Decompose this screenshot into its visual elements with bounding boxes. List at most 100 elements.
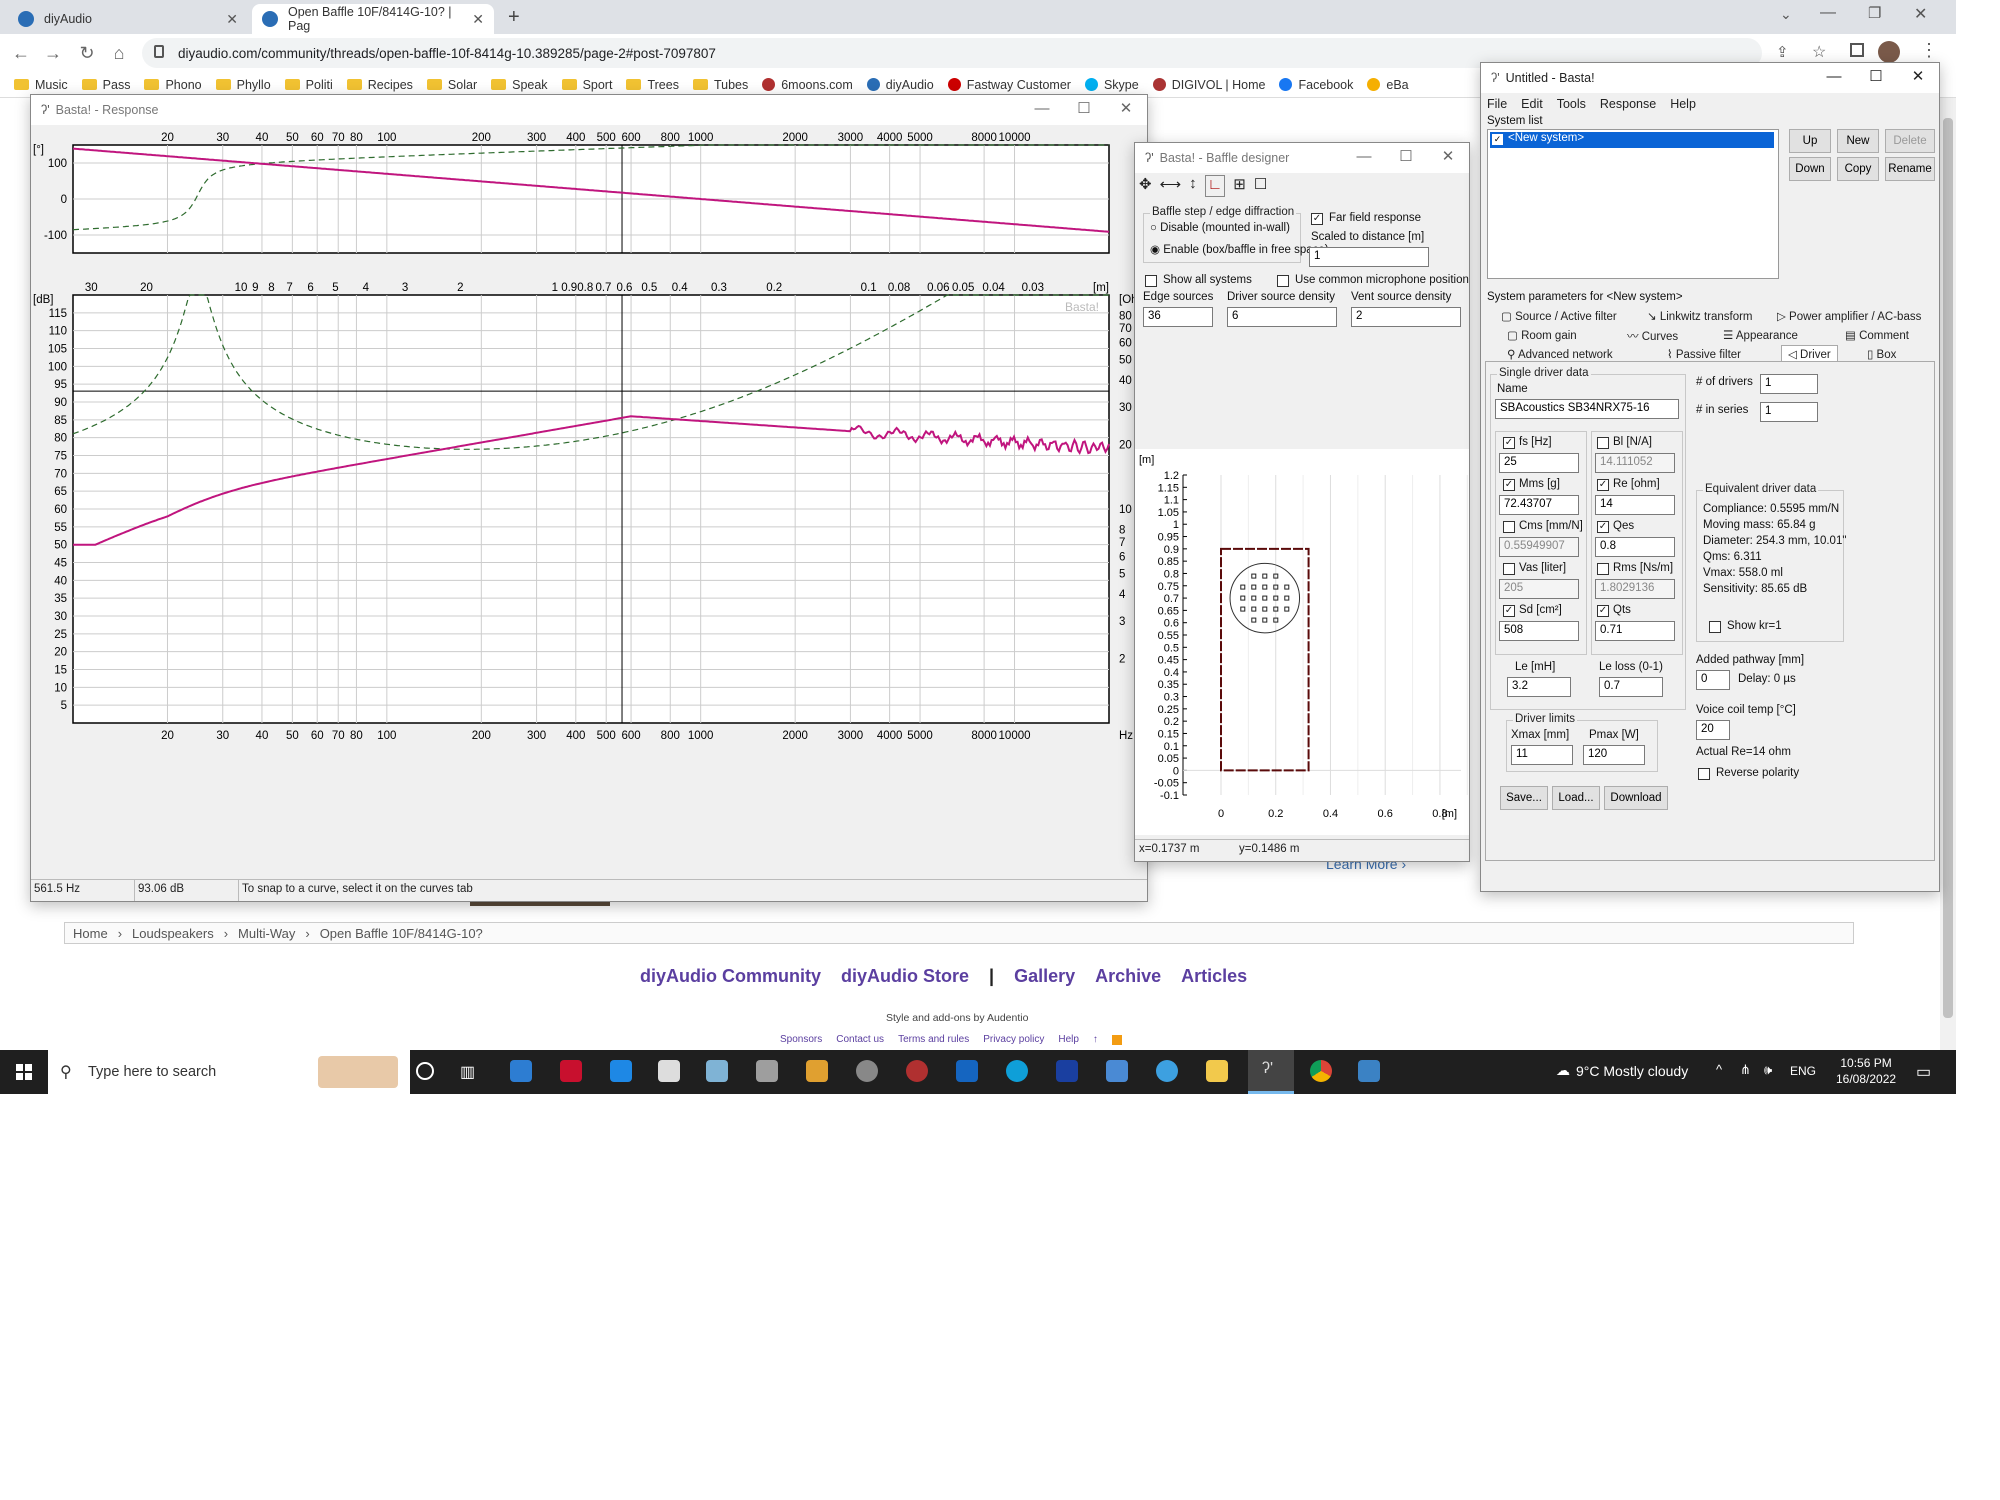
fs-input[interactable]: 25 (1499, 453, 1579, 473)
fs-checkbox[interactable]: ✓ (1503, 437, 1515, 449)
mms-checkbox[interactable]: ✓ (1503, 479, 1515, 491)
bookmark-item[interactable]: Skype (1084, 78, 1139, 92)
player-app-icon[interactable] (906, 1060, 928, 1082)
mms-input[interactable]: 72.43707 (1499, 495, 1579, 515)
re-checkbox[interactable]: ✓ (1597, 479, 1609, 491)
load-button[interactable]: Load... (1552, 786, 1600, 810)
bookmark-item[interactable]: Trees (626, 78, 679, 92)
back-icon[interactable]: ← (10, 42, 32, 64)
bookmark-star-icon[interactable]: ☆ (1812, 42, 1826, 62)
chrome-browser-icon[interactable] (1310, 1060, 1332, 1082)
breadcrumb-thread[interactable]: Open Baffle 10F/8414G-10? (320, 926, 483, 941)
footer-link-gallery[interactable]: Gallery (1014, 966, 1075, 987)
bookmark-item[interactable]: Sport (561, 78, 612, 92)
bookmark-item[interactable]: Speak (491, 78, 548, 92)
xmax-input[interactable]: 11 (1511, 745, 1573, 765)
qts-checkbox[interactable]: ✓ (1597, 605, 1609, 617)
qes-checkbox[interactable]: ✓ (1597, 521, 1609, 533)
menu-help[interactable]: Help (1670, 97, 1696, 111)
added-pathway-input[interactable]: 0 (1696, 670, 1730, 690)
basta-taskbar-button[interactable]: ʔ' (1248, 1050, 1294, 1094)
reverse-polarity-checkbox[interactable] (1698, 768, 1710, 780)
cms-input[interactable]: 0.55949907 (1499, 537, 1579, 557)
driver-density-spinner[interactable]: 6 (1227, 307, 1337, 327)
close-icon[interactable]: ✕ (1897, 63, 1939, 91)
corner-tool-icon[interactable]: ∟ (1204, 175, 1226, 197)
move-tool-icon[interactable]: ✥ (1139, 175, 1152, 197)
footer-link-community[interactable]: diyAudio Community (640, 966, 821, 987)
bookmark-item[interactable]: Music (14, 78, 68, 92)
side-panel-icon[interactable] (1850, 43, 1864, 57)
tab-comment[interactable]: ▤ Comment (1845, 328, 1909, 342)
profile-avatar[interactable] (1878, 41, 1900, 63)
vas-input[interactable]: 205 (1499, 579, 1579, 599)
task-view-icon[interactable]: ▥ (460, 1062, 475, 1082)
tab-power-amp[interactable]: ▷ Power amplifier / AC-bass (1777, 309, 1921, 323)
tab-advanced-network[interactable]: ⚲ Advanced network (1507, 347, 1613, 361)
maximize-icon[interactable]: ☐ (1385, 143, 1427, 171)
maximize-icon[interactable]: ☐ (1855, 63, 1897, 91)
baffle-plot[interactable]: [m]1.21.151.11.0510.950.90.850.80.750.70… (1135, 449, 1469, 835)
qts-input[interactable]: 0.71 (1595, 621, 1675, 641)
tab-open-baffle[interactable]: Open Baffle 10F/8414G-10? | Pag ✕ (252, 4, 494, 34)
sd-input[interactable]: 508 (1499, 621, 1579, 641)
notes-app-icon[interactable] (706, 1060, 728, 1082)
calculator-app-icon[interactable] (956, 1060, 978, 1082)
rss-icon[interactable] (1111, 1035, 1122, 1045)
minimize-icon[interactable]: — (1813, 63, 1855, 91)
close-icon[interactable]: ✕ (1105, 95, 1147, 123)
tab-source[interactable]: ▢ Source / Active filter (1501, 309, 1617, 323)
close-tab-icon[interactable]: ✕ (472, 11, 484, 28)
music-app-icon[interactable] (1156, 1060, 1178, 1082)
cms-checkbox[interactable] (1503, 521, 1515, 533)
close-browser-icon[interactable]: ✕ (1914, 4, 1927, 24)
system-checkbox[interactable]: ✓ (1492, 134, 1503, 145)
driver-name-input[interactable]: SBAcoustics SB34NRX75-16 (1495, 399, 1679, 419)
download-button[interactable]: Download (1604, 786, 1668, 810)
pmax-input[interactable]: 120 (1583, 745, 1645, 765)
page-scrollbar[interactable] (1940, 98, 1956, 1050)
qes-input[interactable]: 0.8 (1595, 537, 1675, 557)
height-tool-icon[interactable]: ↕ (1189, 175, 1197, 197)
tab-appearance[interactable]: ☰ Appearance (1723, 328, 1798, 342)
drivers-count-spinner[interactable]: 1 (1760, 374, 1818, 394)
bookmark-item[interactable]: Pass (81, 78, 130, 92)
file-explorer-icon[interactable] (1206, 1060, 1228, 1082)
width-tool-icon[interactable]: ⟷ (1160, 175, 1182, 197)
menu-edit[interactable]: Edit (1521, 97, 1543, 111)
rms-input[interactable]: 1.8029136 (1595, 579, 1675, 599)
bookmark-item[interactable]: eBa (1367, 78, 1409, 92)
taskbar-search-box[interactable]: ⚲ Type here to search (48, 1050, 410, 1094)
ladder-app-icon[interactable] (1056, 1060, 1078, 1082)
restore-browser-icon[interactable]: ❐ (1868, 4, 1881, 22)
footer-link-store[interactable]: diyAudio Store (841, 966, 969, 987)
in-series-select[interactable]: 1 (1760, 402, 1818, 422)
edge-sources-spinner[interactable]: 36 (1143, 307, 1213, 327)
language-indicator[interactable]: ENG (1790, 1064, 1816, 1078)
mail-app-icon[interactable] (610, 1060, 632, 1082)
far-field-checkbox[interactable]: ✓ (1311, 213, 1323, 225)
terms-link[interactable]: Terms and rules (898, 1034, 969, 1045)
breadcrumb-loudspeakers[interactable]: Loudspeakers (132, 926, 214, 941)
start-icon[interactable] (16, 1064, 32, 1080)
maximize-icon[interactable]: ☐ (1063, 95, 1105, 123)
system-list-item[interactable]: ✓ <New system> (1490, 132, 1774, 148)
media-app-icon[interactable] (806, 1060, 828, 1082)
tab-diyaudio[interactable]: diyAudio ✕ (8, 4, 248, 34)
bl-input[interactable]: 14.111052 (1595, 453, 1675, 473)
bookmark-item[interactable]: Politi (284, 78, 333, 92)
photos-app-icon[interactable] (1358, 1060, 1380, 1082)
tab-room-gain[interactable]: ▢ Room gain (1507, 328, 1577, 342)
vc-temp-input[interactable]: 20 (1696, 720, 1730, 740)
browser-menu-icon[interactable]: ⋮ (1920, 40, 1938, 61)
forward-icon[interactable]: → (42, 42, 64, 64)
contact-link[interactable]: Contact us (836, 1034, 884, 1045)
grid-tool-icon[interactable]: ⊞ (1233, 175, 1246, 197)
bookmark-item[interactable]: Fastway Customer (947, 78, 1071, 92)
new-button[interactable]: New (1837, 129, 1879, 153)
tray-chevron-icon[interactable]: ^ (1716, 1062, 1722, 1077)
le-loss-input[interactable]: 0.7 (1599, 677, 1663, 697)
bookmark-item[interactable]: DIGIVOL | Home (1152, 78, 1265, 92)
sd-checkbox[interactable]: ✓ (1503, 605, 1515, 617)
scaled-distance-input[interactable]: 1 (1309, 247, 1429, 267)
